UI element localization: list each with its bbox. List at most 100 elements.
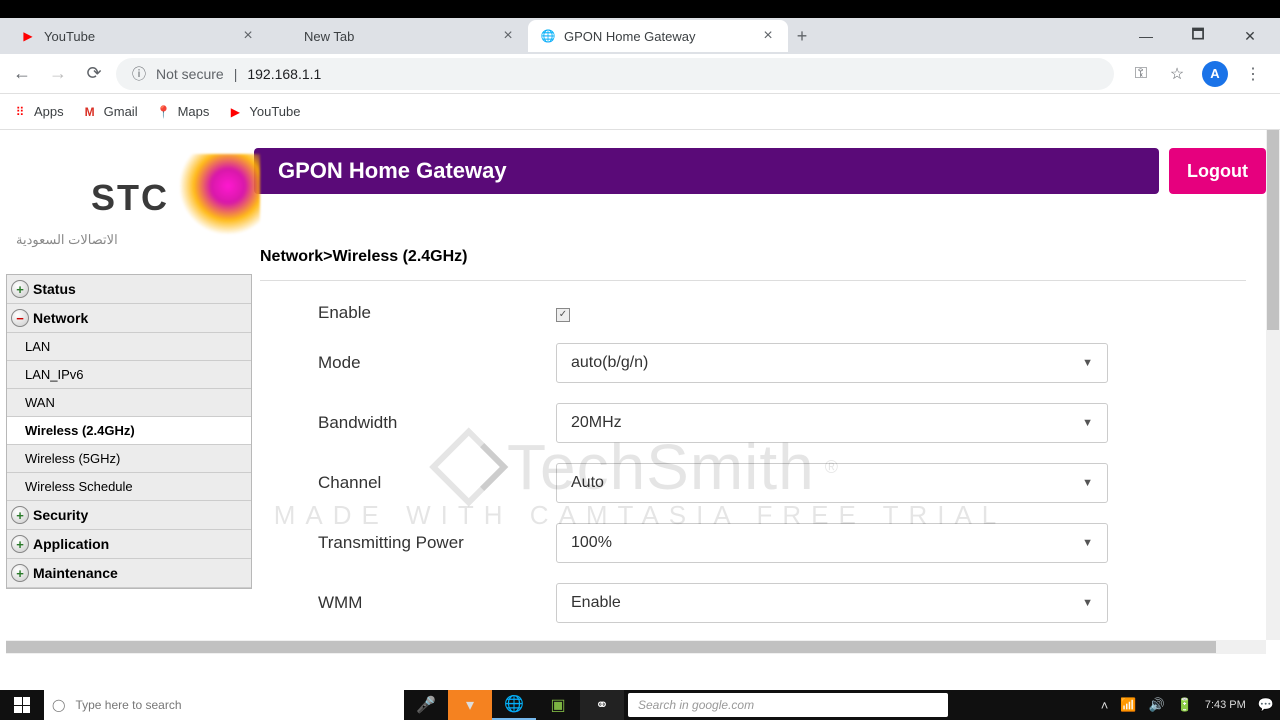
tab-newtab[interactable]: New Tab × [268,20,528,52]
tab-title: GPON Home Gateway [564,29,752,44]
info-icon[interactable]: ⓘ [132,64,146,84]
enable-checkbox[interactable]: ✓ [556,308,570,322]
plus-icon: + [11,564,29,582]
youtube-icon: ▶ [227,104,243,120]
select-value: 100% [571,534,612,552]
address-bar: ← → ⟳ ⓘ Not secure | 192.168.1.1 ⚿ ☆ A ⋮ [0,54,1280,94]
taskbar-clock[interactable]: 7:43 PM [1205,700,1246,711]
sidebar-item-lan-ipv6[interactable]: LAN_IPv6 [7,361,251,389]
tab-strip: ▶ YouTube × New Tab × 🌐 GPON Home Gatewa… [0,18,1280,54]
youtube-icon: ▶ [20,28,36,44]
battery-icon[interactable]: 🔋 [1177,697,1193,713]
tab-gpon[interactable]: 🌐 GPON Home Gateway × [528,20,788,52]
wmm-label: WMM [260,593,556,613]
mode-select[interactable]: auto(b/g/n)▼ [556,343,1108,383]
start-button[interactable] [0,690,44,720]
sidebar-item-wireless-24[interactable]: Wireless (2.4GHz) [7,417,251,445]
wmm-select[interactable]: Enable▼ [556,583,1108,623]
search-placeholder: Type here to search [75,698,181,712]
profile-avatar[interactable]: A [1202,61,1228,87]
bookmark-label: Gmail [104,104,138,119]
scrollbar-thumb[interactable] [1267,130,1279,330]
close-icon[interactable]: × [500,28,516,44]
gmail-icon: M [82,104,98,120]
channel-select[interactable]: Auto▼ [556,463,1108,503]
horizontal-scrollbar[interactable] [6,640,1266,654]
reload-button[interactable]: ⟳ [80,60,108,88]
window-controls: — 🗖 ✕ [1132,24,1280,48]
sidebar-section-status[interactable]: + Status [7,275,251,304]
bandwidth-label: Bandwidth [260,413,556,433]
select-value: 20MHz [571,414,622,432]
scrollbar-thumb[interactable] [6,641,1216,653]
tab-title: YouTube [44,29,232,44]
bookmark-label: Maps [178,104,210,119]
sidebar-item-wireless-5[interactable]: Wireless (5GHz) [7,445,251,473]
power-label: Transmitting Power [260,533,556,553]
separator: | [234,66,238,82]
blank-icon [280,28,296,44]
sidebar-label: Maintenance [33,565,118,581]
close-icon[interactable]: × [240,28,256,44]
enable-label: Enable [260,303,556,323]
taskbar: ◯ Type here to search 🎤 ▾ 🌐 ▣ ⚭ Search i… [0,690,1280,720]
star-icon[interactable]: ☆ [1166,63,1188,85]
breadcrumb: Network>Wireless (2.4GHz) [260,248,1246,266]
new-tab-button[interactable]: + [788,22,816,50]
logout-button[interactable]: Logout [1169,148,1266,194]
sidebar-item-lan[interactable]: LAN [7,333,251,361]
taskbar-app-3[interactable]: ⚭ [580,690,624,720]
taskbar-mic-icon[interactable]: 🎤 [404,690,448,720]
vertical-scrollbar[interactable] [1266,130,1280,640]
notifications-icon[interactable]: 💬 [1258,697,1274,713]
sidebar-section-security[interactable]: + Security [7,501,251,530]
sidebar-label: Security [33,507,88,523]
sidebar-section-application[interactable]: + Application [7,530,251,559]
sidebar-section-network[interactable]: − Network [7,304,251,333]
power-select[interactable]: 100% ▼ [556,523,1108,563]
forward-button[interactable]: → [44,60,72,88]
bookmark-youtube[interactable]: ▶ YouTube [227,104,300,120]
chevron-down-icon: ▼ [1082,537,1093,549]
taskbar-app-1[interactable]: ▾ [448,690,492,720]
bookmark-apps[interactable]: ⠿ Apps [12,104,64,120]
menu-icon[interactable]: ⋮ [1242,63,1264,85]
wifi-icon[interactable]: 📶 [1120,697,1136,713]
letterbox-top [0,0,1280,18]
system-tray: ˄ 📶 🔊 🔋 7:43 PM 💬 [1101,697,1280,713]
taskbar-chrome[interactable]: 🌐 [492,690,536,720]
key-icon[interactable]: ⚿ [1130,63,1152,85]
sidebar-label: Application [33,536,109,552]
google-search-box[interactable]: Search in google.com [628,693,948,717]
divider [260,280,1246,281]
minimize-button[interactable]: — [1132,28,1160,44]
back-button[interactable]: ← [8,60,36,88]
logo-arabic: الاتصالات السعودية [16,232,118,248]
omnibox[interactable]: ⓘ Not secure | 192.168.1.1 [116,58,1114,90]
bandwidth-select[interactable]: 20MHz▼ [556,403,1108,443]
taskbar-app-2[interactable]: ▣ [536,690,580,720]
sidebar-section-maintenance[interactable]: + Maintenance [7,559,251,588]
sidebar-item-wan[interactable]: WAN [7,389,251,417]
close-icon[interactable]: × [760,28,776,44]
taskbar-search[interactable]: ◯ Type here to search [44,690,404,720]
bookmark-maps[interactable]: 📍 Maps [156,104,210,120]
bookmark-gmail[interactable]: M Gmail [82,104,138,120]
page-viewport: STC الاتصالات السعودية GPON Home Gateway… [0,130,1280,654]
security-label: Not secure [156,66,224,82]
sidebar-label: Status [33,281,76,297]
gateway-body: + Status − Network LAN LAN_IPv6 WAN Wire… [0,248,1266,640]
apps-icon: ⠿ [12,104,28,120]
select-value: Enable [571,594,621,612]
main-panel: Network>Wireless (2.4GHz) Enable ✓ Mode … [252,248,1266,640]
browser-chrome: ▶ YouTube × New Tab × 🌐 GPON Home Gatewa… [0,18,1280,130]
volume-icon[interactable]: 🔊 [1148,697,1164,713]
maximize-button[interactable]: 🗖 [1184,24,1212,48]
close-window-button[interactable]: ✕ [1236,28,1264,45]
select-value: auto(b/g/n) [571,354,648,372]
logo-text: STC [91,177,169,219]
tab-youtube[interactable]: ▶ YouTube × [8,20,268,52]
bookmark-label: YouTube [249,104,300,119]
sidebar-item-wireless-schedule[interactable]: Wireless Schedule [7,473,251,501]
tray-chevron-icon[interactable]: ˄ [1101,698,1109,713]
